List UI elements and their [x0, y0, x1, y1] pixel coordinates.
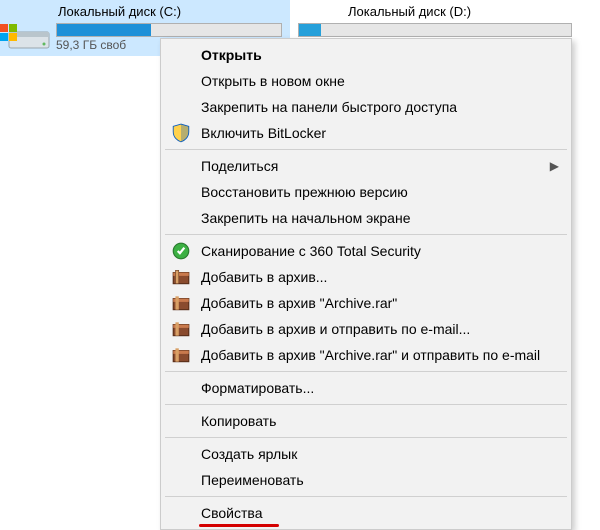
menu-scan-360[interactable]: Сканирование с 360 Total Security [163, 238, 569, 264]
drive-c-capacity-bar [56, 23, 282, 37]
menu-copy[interactable]: Копировать [163, 408, 569, 434]
menu-open[interactable]: Открыть [163, 42, 569, 68]
windows-logo-icon [0, 24, 18, 42]
winrar-icon [171, 294, 191, 312]
menu-add-archive-rar[interactable]: Добавить в архив "Archive.rar" [163, 290, 569, 316]
scan-icon [171, 242, 191, 260]
menu-bitlocker[interactable]: Включить BitLocker [163, 120, 569, 146]
context-menu: Открыть Открыть в новом окне Закрепить н… [160, 38, 572, 530]
menu-add-archive-rar-email[interactable]: Добавить в архив "Archive.rar" и отправи… [163, 342, 569, 368]
menu-open-new-window[interactable]: Открыть в новом окне [163, 68, 569, 94]
menu-rename[interactable]: Переименовать [163, 467, 569, 493]
menu-separator [165, 149, 567, 150]
shield-icon [171, 124, 191, 142]
menu-create-shortcut[interactable]: Создать ярлык [163, 441, 569, 467]
drive-d-capacity-bar [298, 23, 572, 37]
drive-c-label: Локальный диск (C:) [4, 2, 286, 21]
menu-separator [165, 437, 567, 438]
drive-d-label: Локальный диск (D:) [294, 2, 576, 21]
menu-separator [165, 404, 567, 405]
menu-add-archive-email[interactable]: Добавить в архив и отправить по e-mail..… [163, 316, 569, 342]
menu-restore-previous[interactable]: Восстановить прежнюю версию [163, 179, 569, 205]
drive-d-capacity-fill [299, 24, 321, 36]
menu-share[interactable]: Поделиться ▶ [163, 153, 569, 179]
winrar-icon [171, 320, 191, 338]
menu-format[interactable]: Форматировать... [163, 375, 569, 401]
menu-pin-start[interactable]: Закрепить на начальном экране [163, 205, 569, 231]
menu-separator [165, 371, 567, 372]
menu-separator [165, 234, 567, 235]
menu-add-archive[interactable]: Добавить в архив... [163, 264, 569, 290]
winrar-icon [171, 346, 191, 364]
menu-properties[interactable]: Свойства [163, 500, 569, 526]
menu-separator [165, 496, 567, 497]
winrar-icon [171, 268, 191, 286]
chevron-right-icon: ▶ [550, 159, 559, 173]
drive-c-capacity-fill [57, 24, 151, 36]
menu-pin-quick-access[interactable]: Закрепить на панели быстрого доступа [163, 94, 569, 120]
